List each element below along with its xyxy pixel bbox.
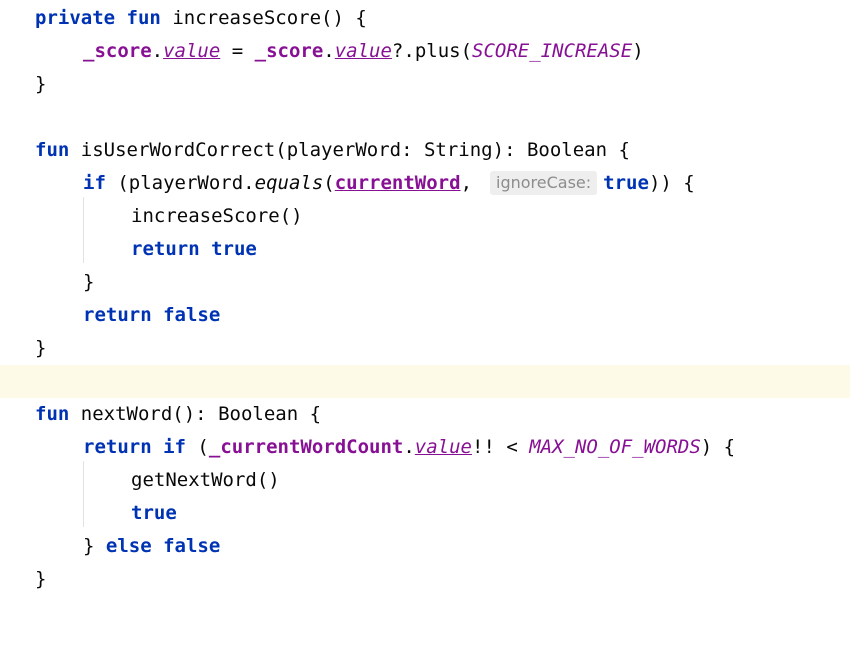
keyword-true: true [603,172,649,194]
punctuation: . [323,40,335,62]
property-current-word-count: _currentWordCount [208,436,404,458]
keyword-true: true [211,238,257,260]
keyword-return: return [131,238,200,260]
keyword-false: false [163,535,221,557]
punctuation: () { [321,7,367,29]
property-current-word: currentWord [334,172,461,194]
code-line[interactable]: } else false [0,530,850,563]
code-editor[interactable]: private fun increaseScore() { _score.val… [0,0,850,590]
punctuation: : [401,139,424,161]
keyword-return: return [83,436,152,458]
code-line[interactable]: _score.value = _score.value?.plus(SCORE_… [0,35,850,68]
keyword-false: false [163,304,221,326]
closing-brace: } [35,568,47,590]
constant-max-no-of-words: MAX_NO_OF_WORDS [529,436,701,458]
punctuation: ( [275,139,287,161]
variable-reference: playerWord [128,172,244,194]
keyword-return: return [83,304,152,326]
constant-score-increase: SCORE_INCREASE [472,40,633,62]
code-line[interactable]: true [0,497,850,530]
keyword-fun: fun [126,7,161,29]
punctuation: !! < [472,436,530,458]
punctuation: ) [632,40,644,62]
punctuation: . [151,40,164,62]
property-score: _score [83,40,152,62]
property-score: _score [254,40,324,62]
punctuation: (): [172,403,219,425]
code-line[interactable]: } [0,266,850,299]
parameter-name: playerWord [286,139,402,161]
punctuation: } [83,535,106,557]
function-call: plus [414,40,461,62]
punctuation: ( [323,172,335,194]
parameter-hint: ignoreCase: [490,171,598,195]
code-line[interactable]: private fun increaseScore() { [0,2,850,35]
function-name: nextWord [80,403,173,425]
function-call: getNextWord [131,469,257,491]
punctuation: . [243,172,255,194]
current-line[interactable] [0,365,850,398]
function-name: isUserWordCorrect [80,139,276,161]
code-line[interactable]: increaseScore() [0,200,850,233]
punctuation: { [607,139,630,161]
punctuation: . [403,436,415,458]
code-line[interactable]: if (playerWord.equals(currentWord, ignore… [0,167,850,200]
code-line[interactable]: return false [0,299,850,332]
punctuation: () [279,205,303,227]
property-value: value [414,436,472,458]
code-line[interactable]: } [0,68,850,101]
punctuation: ) { [700,436,736,458]
code-line[interactable]: fun nextWord(): Boolean { [0,398,850,431]
property-value: value [334,40,392,62]
function-name: increaseScore [172,7,322,29]
function-call: increaseScore [131,205,280,227]
punctuation: ?. [391,40,415,62]
punctuation: )) { [648,172,695,194]
punctuation: ( [105,172,129,194]
punctuation: = [220,40,255,62]
code-line[interactable]: return true [0,233,850,266]
type-name: Boolean [218,403,299,425]
keyword-true: true [131,502,177,524]
punctuation: { [298,403,322,425]
closing-brace: } [83,271,95,293]
punctuation: ): [492,139,527,161]
keyword-else: else [105,535,152,557]
punctuation: , [460,172,473,194]
function-call: equals [254,172,324,194]
keyword-fun: fun [35,139,70,161]
closing-brace: } [35,337,47,359]
keyword-fun: fun [35,403,70,425]
code-line[interactable]: return if (_currentWordCount.value!! < M… [0,431,850,464]
punctuation: ( [460,40,473,62]
closing-brace: } [35,73,47,95]
keyword-private: private [35,7,116,29]
code-line[interactable]: getNextWord() [0,464,850,497]
punctuation: () [256,469,280,491]
code-line[interactable]: fun isUserWordCorrect(playerWord: String… [0,134,850,167]
punctuation: ( [185,436,209,458]
property-value: value [163,40,221,62]
type-name: Boolean [526,139,608,161]
keyword-if: if [83,172,106,194]
keyword-if: if [163,436,186,458]
code-line[interactable]: } [0,332,850,365]
code-line[interactable]: } [0,563,850,596]
type-name: String [423,139,493,161]
